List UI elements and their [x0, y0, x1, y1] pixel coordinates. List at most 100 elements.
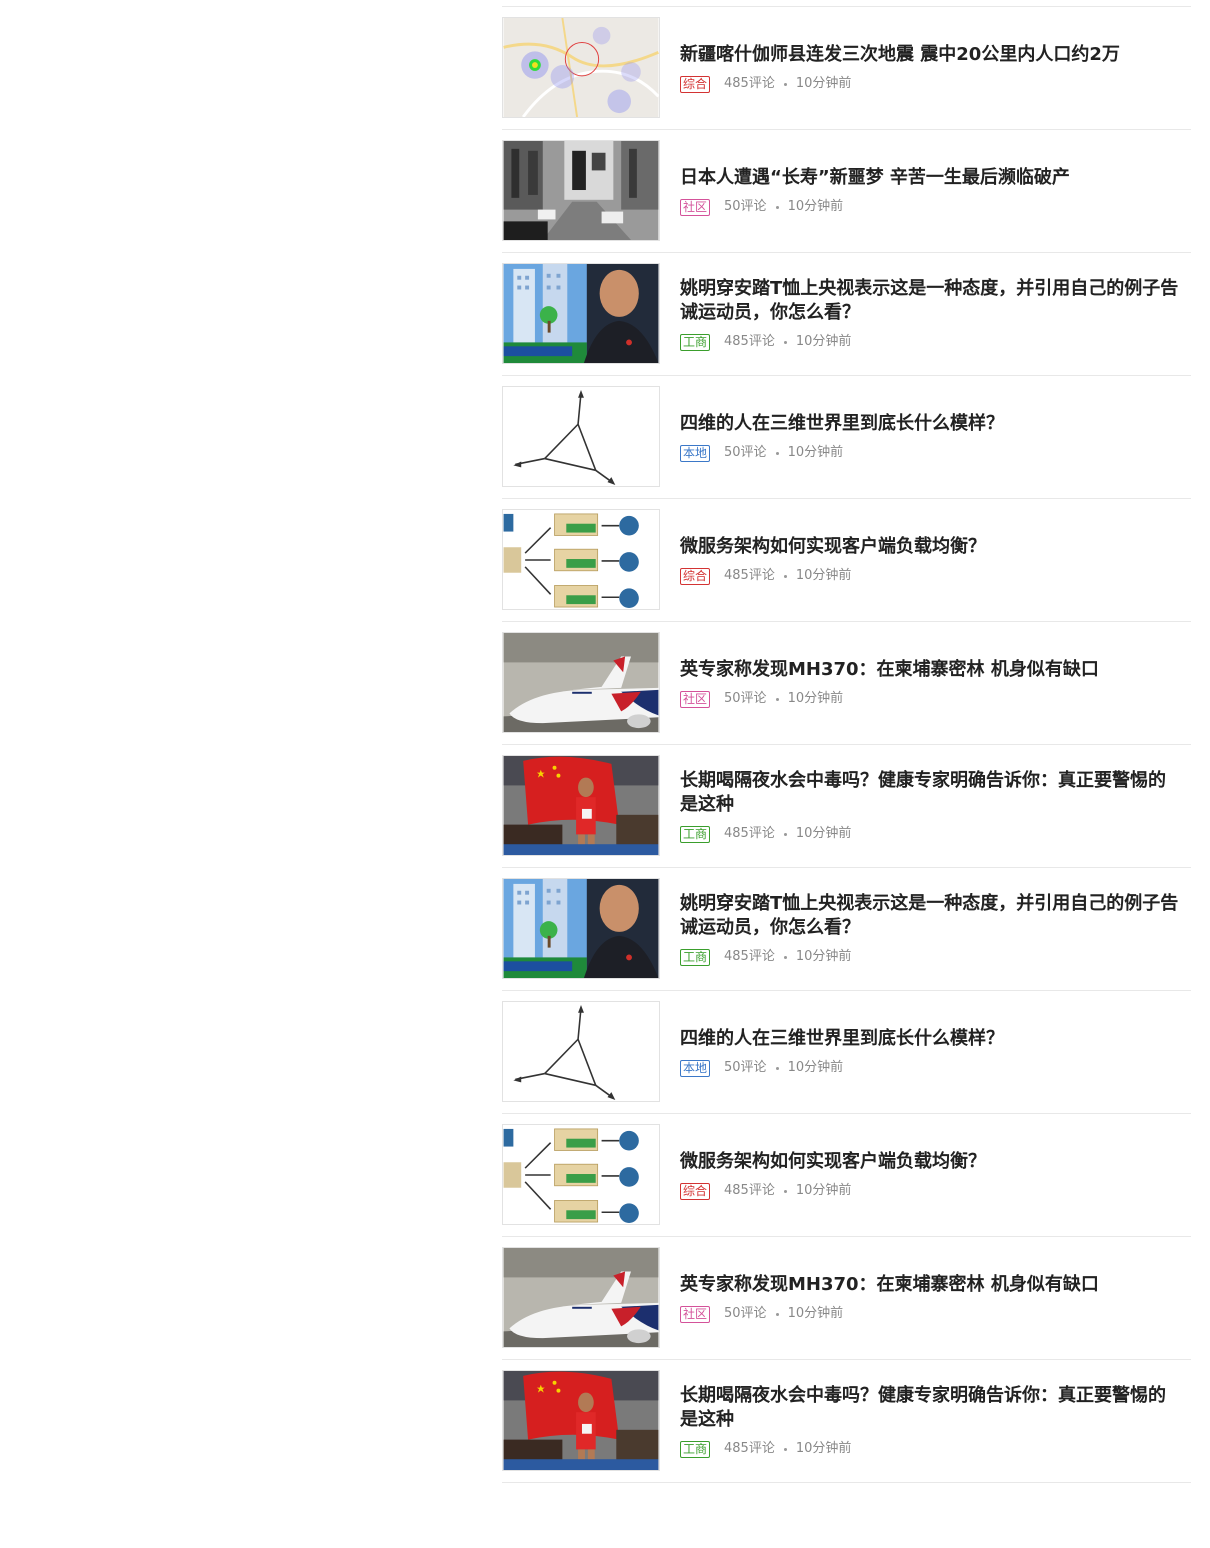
dot-separator-icon: [775, 697, 779, 701]
publish-time: 10分钟前: [795, 1441, 852, 1456]
news-item-body: 姚明穿安踏T恤上央视表示这是一种态度，并引用自己的例子告诫运动员，你怎么看？ 工商…: [680, 253, 1183, 375]
comment-count: 485评论: [724, 826, 775, 841]
comment-count: 50评论: [724, 1306, 767, 1321]
news-title-link[interactable]: 新疆喀什伽师县连发三次地震 震中20公里内人口约2万: [680, 43, 1183, 67]
tv-interview-thumbnail[interactable]: [502, 263, 660, 364]
news-meta: 工商 485评论 10分钟前: [680, 825, 1183, 843]
category-tag[interactable]: 工商: [680, 825, 711, 843]
news-item[interactable]: 四维的人在三维世界里到底长什么模样？ 本地 50评论 10分钟前: [502, 376, 1191, 499]
comment-count: 485评论: [724, 334, 775, 349]
category-tag[interactable]: 综合: [680, 1182, 711, 1200]
airplane-thumbnail[interactable]: [502, 632, 660, 733]
news-item[interactable]: 四维的人在三维世界里到底长什么模样？ 本地 50评论 10分钟前: [502, 991, 1191, 1114]
axes-diagram-thumbnail[interactable]: [502, 1001, 660, 1102]
news-item-body: 英专家称发现MH370：在柬埔寨密林 机身似有缺口 社区 50评论 10分钟前: [680, 622, 1183, 744]
dot-separator-icon: [775, 1066, 779, 1070]
news-item[interactable]: 姚明穿安踏T恤上央视表示这是一种态度，并引用自己的例子告诫运动员，你怎么看？ 工商…: [502, 868, 1191, 991]
dot-separator-icon: [775, 1312, 779, 1316]
news-title-link[interactable]: 姚明穿安踏T恤上央视表示这是一种态度，并引用自己的例子告诫运动员，你怎么看？: [680, 277, 1183, 325]
dot-separator-icon: [783, 82, 787, 86]
news-item[interactable]: 英专家称发现MH370：在柬埔寨密林 机身似有缺口 社区 50评论 10分钟前: [502, 622, 1191, 745]
news-meta: 工商 485评论 10分钟前: [680, 948, 1183, 966]
news-title-link[interactable]: 微服务架构如何实现客户端负载均衡？: [680, 1150, 1183, 1174]
news-title-link[interactable]: 英专家称发现MH370：在柬埔寨密林 机身似有缺口: [680, 1273, 1183, 1297]
comment-count: 50评论: [724, 445, 767, 460]
news-meta: 工商 485评论 10分钟前: [680, 1440, 1183, 1458]
category-tag[interactable]: 工商: [680, 1440, 711, 1458]
athlete-flag-thumbnail[interactable]: [502, 1370, 660, 1471]
news-meta: 社区 50评论 10分钟前: [680, 1305, 1183, 1323]
category-tag[interactable]: 综合: [680, 75, 711, 93]
news-title-link[interactable]: 四维的人在三维世界里到底长什么模样？: [680, 1027, 1183, 1051]
news-item-body: 微服务架构如何实现客户端负载均衡？ 综合 485评论 10分钟前: [680, 499, 1183, 621]
news-item[interactable]: 微服务架构如何实现客户端负载均衡？ 综合 485评论 10分钟前: [502, 499, 1191, 622]
dot-separator-icon: [775, 451, 779, 455]
news-meta: 综合 485评论 10分钟前: [680, 75, 1183, 93]
comment-count: 485评论: [724, 568, 775, 583]
category-tag[interactable]: 本地: [680, 444, 711, 462]
comment-count: 50评论: [724, 1060, 767, 1075]
news-title-link[interactable]: 长期喝隔夜水会中毒吗？健康专家明确告诉你：真正要警惕的是这种: [680, 1384, 1183, 1432]
publish-time: 10分钟前: [787, 691, 844, 706]
news-item[interactable]: 微服务架构如何实现客户端负载均衡？ 综合 485评论 10分钟前: [502, 1114, 1191, 1237]
news-item-body: 新疆喀什伽师县连发三次地震 震中20公里内人口约2万综合 485评论 10分钟前: [680, 7, 1183, 129]
comment-count: 485评论: [724, 949, 775, 964]
news-meta: 本地 50评论 10分钟前: [680, 444, 1183, 462]
axes-diagram-thumbnail[interactable]: [502, 386, 660, 487]
publish-time: 10分钟前: [795, 334, 852, 349]
category-tag[interactable]: 工商: [680, 948, 711, 966]
dot-separator-icon: [783, 955, 787, 959]
news-item-body: 姚明穿安踏T恤上央视表示这是一种态度，并引用自己的例子告诫运动员，你怎么看？ 工商…: [680, 868, 1183, 990]
news-feed: 新疆喀什伽师县连发三次地震 震中20公里内人口约2万 综合 485评论 10分钟前 日…: [502, 6, 1191, 1483]
news-item-body: 英专家称发现MH370：在柬埔寨密林 机身似有缺口社区 50评论 10分钟前: [680, 1237, 1183, 1359]
publish-time: 10分钟前: [787, 1060, 844, 1075]
news-title-link[interactable]: 姚明穿安踏T恤上央视表示这是一种态度，并引用自己的例子告诫运动员，你怎么看？: [680, 892, 1183, 940]
athlete-flag-thumbnail[interactable]: [502, 755, 660, 856]
news-item-body: 微服务架构如何实现客户端负载均衡？ 综合 485评论 10分钟前: [680, 1114, 1183, 1236]
news-item-body: 四维的人在三维世界里到底长什么模样？ 本地 50评论 10分钟前: [680, 991, 1183, 1113]
map-thumbnail[interactable]: [502, 17, 660, 118]
news-title-link[interactable]: 英专家称发现MH370：在柬埔寨密林 机身似有缺口: [680, 658, 1183, 682]
publish-time: 10分钟前: [795, 826, 852, 841]
architecture-diagram-thumbnail[interactable]: [502, 1124, 660, 1225]
news-item-body: 四维的人在三维世界里到底长什么模样？ 本地 50评论 10分钟前: [680, 376, 1183, 498]
dot-separator-icon: [783, 832, 787, 836]
category-tag[interactable]: 综合: [680, 567, 711, 585]
news-title-link[interactable]: 四维的人在三维世界里到底长什么模样？: [680, 412, 1183, 436]
news-item[interactable]: 日本人遭遇“长寿”新噩梦 辛苦一生最后濒临破产 社区 50评论 10分钟前: [502, 130, 1191, 253]
news-title-link[interactable]: 日本人遭遇“长寿”新噩梦 辛苦一生最后濒临破产: [680, 166, 1183, 190]
dot-separator-icon: [783, 1189, 787, 1193]
news-title-link[interactable]: 微服务架构如何实现客户端负载均衡？: [680, 535, 1183, 559]
news-item-body: 长期喝隔夜水会中毒吗？健康专家明确告诉你：真正要警惕的是这种工商 485评论 10分…: [680, 1360, 1183, 1482]
news-meta: 综合 485评论 10分钟前: [680, 567, 1183, 585]
news-title-link[interactable]: 长期喝隔夜水会中毒吗？健康专家明确告诉你：真正要警惕的是这种: [680, 769, 1183, 817]
news-meta: 工商 485评论 10分钟前: [680, 333, 1183, 351]
architecture-diagram-thumbnail[interactable]: [502, 509, 660, 610]
airplane-thumbnail[interactable]: [502, 1247, 660, 1348]
news-item[interactable]: 长期喝隔夜水会中毒吗？健康专家明确告诉你：真正要警惕的是这种工商 485评论 10分…: [502, 1360, 1191, 1483]
tv-interview-thumbnail[interactable]: [502, 878, 660, 979]
publish-time: 10分钟前: [795, 76, 852, 91]
category-tag[interactable]: 工商: [680, 333, 711, 351]
dot-separator-icon: [783, 574, 787, 578]
news-item[interactable]: 新疆喀什伽师县连发三次地震 震中20公里内人口约2万综合 485评论 10分钟前: [502, 7, 1191, 130]
comment-count: 485评论: [724, 1183, 775, 1198]
publish-time: 10分钟前: [795, 949, 852, 964]
comment-count: 485评论: [724, 1441, 775, 1456]
news-item[interactable]: 英专家称发现MH370：在柬埔寨密林 机身似有缺口社区 50评论 10分钟前: [502, 1237, 1191, 1360]
news-item-body: 长期喝隔夜水会中毒吗？健康专家明确告诉你：真正要警惕的是这种工商 485评论 10分…: [680, 745, 1183, 867]
comment-count: 50评论: [724, 199, 767, 214]
news-item[interactable]: 长期喝隔夜水会中毒吗？健康专家明确告诉你：真正要警惕的是这种工商 485评论 10分…: [502, 745, 1191, 868]
news-meta: 综合 485评论 10分钟前: [680, 1182, 1183, 1200]
category-tag[interactable]: 社区: [680, 198, 711, 216]
news-item[interactable]: 姚明穿安踏T恤上央视表示这是一种态度，并引用自己的例子告诫运动员，你怎么看？ 工商…: [502, 253, 1191, 376]
news-meta: 本地 50评论 10分钟前: [680, 1059, 1183, 1077]
dot-separator-icon: [775, 205, 779, 209]
category-tag[interactable]: 社区: [680, 690, 711, 708]
publish-time: 10分钟前: [787, 1306, 844, 1321]
news-item-body: 日本人遭遇“长寿”新噩梦 辛苦一生最后濒临破产 社区 50评论 10分钟前: [680, 130, 1183, 252]
city-street-thumbnail[interactable]: [502, 140, 660, 241]
publish-time: 10分钟前: [795, 568, 852, 583]
category-tag[interactable]: 社区: [680, 1305, 711, 1323]
category-tag[interactable]: 本地: [680, 1059, 711, 1077]
